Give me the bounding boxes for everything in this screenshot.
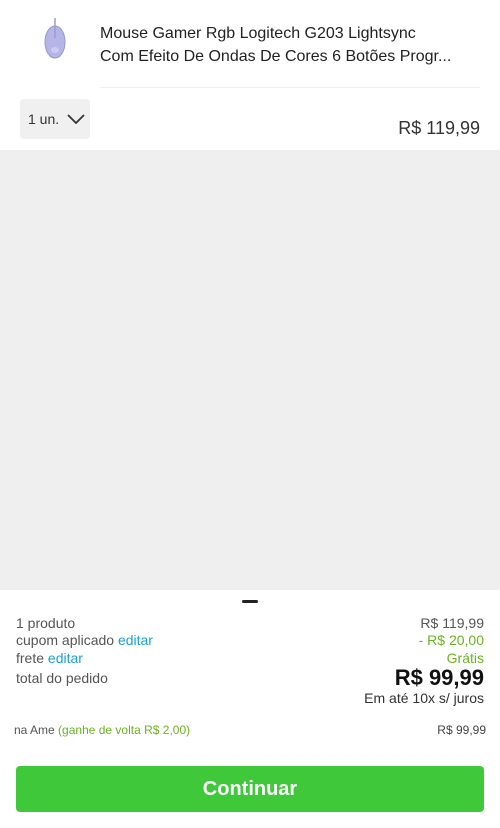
product-title[interactable]: Mouse Gamer Rgb Logitech G203 Lightsync … [100,22,485,68]
ame-price: R$ 99,99 [437,723,486,737]
content-background [0,150,500,590]
coupon-label: cupom aplicado [16,632,115,648]
edit-shipping-link[interactable]: editar [48,650,83,666]
order-total-value: R$ 99,99 [394,665,484,690]
product-image[interactable] [40,18,70,62]
divider [100,87,480,88]
shipping-value: Grátis [446,650,484,666]
continue-button[interactable]: Continuar [16,766,484,812]
quantity-select[interactable]: 1 un. [20,99,90,139]
product-title-line1: Mouse Gamer Rgb Logitech G203 Lightsync [100,25,416,42]
order-summary-panel: 1 produto R$ 119,99 cupom aplicado edita… [0,590,500,828]
shipping-row: frete editar [16,650,83,666]
product-title-line2: Com Efeito De Ondas De Cores 6 Botões Pr… [100,48,452,65]
item-price: R$ 119,99 [398,118,480,138]
ame-row: na Ame (ganhe de volta R$ 2,00) [14,723,190,737]
cart-item-card: Mouse Gamer Rgb Logitech G203 Lightsync … [0,0,500,150]
edit-coupon-link[interactable]: editar [118,632,153,648]
shipping-label: frete [16,650,45,666]
installments-info: Em até 10x s/ juros [364,690,484,706]
drag-handle[interactable] [242,600,258,603]
chevron-down-icon [67,114,85,124]
coupon-row: cupom aplicado editar [16,632,153,648]
order-total-label: total do pedido [16,670,108,686]
ame-cashback: (ganhe de volta R$ 2,00) [58,723,191,737]
coupon-discount: - R$ 20,00 [418,632,484,648]
ame-label: na Ame [14,723,55,737]
products-subtotal: R$ 119,99 [420,615,484,631]
products-count-label: 1 produto [16,615,76,631]
quantity-value: 1 un. [28,111,60,127]
